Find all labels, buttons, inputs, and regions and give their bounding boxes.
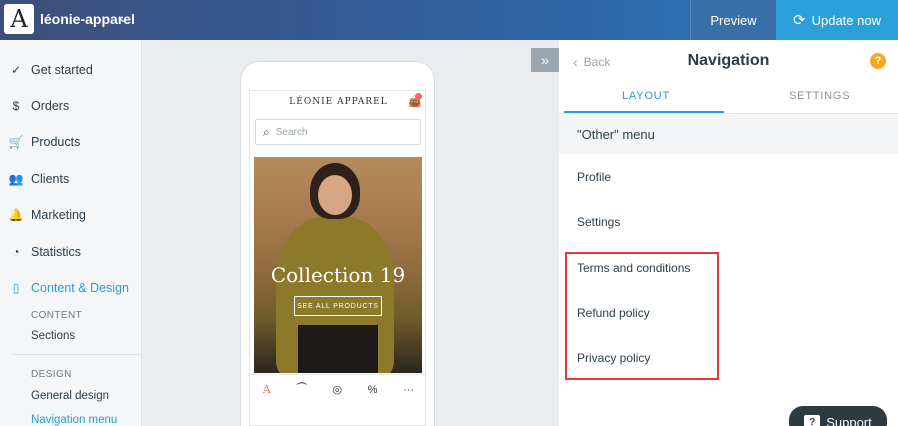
preview-button[interactable]: Preview — [690, 0, 776, 40]
more-icon[interactable]: ··· — [403, 384, 414, 396]
search-icon: ⌕ — [263, 124, 270, 139]
sidebar-sub-navigation-menu[interactable]: Navigation menu — [31, 414, 117, 426]
help-chat-icon: ? — [804, 415, 821, 426]
collapse-panel-button[interactable]: » — [531, 48, 559, 72]
sub-head-content: CONTENT — [31, 310, 83, 321]
tag-icon[interactable]: ◎ — [333, 383, 343, 396]
cart-badge — [415, 93, 422, 100]
hanger-icon[interactable]: ⏜ — [296, 383, 307, 396]
see-all-products-button[interactable]: SEE ALL PRODUCTS — [294, 296, 382, 316]
sidebar-item-orders[interactable]: $ Orders — [0, 88, 142, 124]
store-logo[interactable]: A — [4, 4, 34, 34]
sidebar-item-clients[interactable]: 👥 Clients — [0, 161, 142, 197]
tab-settings[interactable]: SETTINGS — [789, 90, 850, 102]
phone-preview: LÉONIE APPAREL 👜 ⌕ Search Collection 19 … — [241, 62, 434, 426]
discount-icon[interactable]: % — [368, 384, 378, 396]
home-logo-icon[interactable]: A — [263, 383, 271, 396]
help-icon[interactable]: ? — [870, 53, 886, 69]
other-menu-header: "Other" menu — [559, 114, 898, 154]
phone-screen: LÉONIE APPAREL 👜 ⌕ Search Collection 19 … — [249, 90, 427, 426]
sidebar-sub-general-design[interactable]: General design — [31, 390, 109, 402]
people-icon: 👥 — [8, 172, 24, 186]
sidebar-sub-sections[interactable]: Sections — [31, 330, 75, 342]
menu-item-profile[interactable]: Profile — [577, 170, 611, 184]
chevron-down-icon[interactable]: ⌄ — [118, 11, 128, 25]
sidebar-item-content-design[interactable]: ▯ Content & Design — [0, 270, 142, 306]
sidebar: ✓ Get started $ Orders 🛒 Products 👥 Clie… — [0, 40, 142, 426]
double-chevron-right-icon: » — [541, 52, 549, 68]
refresh-icon: ⟳ — [793, 12, 806, 29]
dollar-circle-icon: $ — [12, 99, 20, 113]
shop-tab-bar: A ⏜ ◎ % ··· — [250, 374, 427, 404]
sidebar-item-statistics[interactable]: ◔ Statistics — [0, 234, 142, 270]
bell-icon: 🔔 — [8, 208, 24, 222]
sub-head-design: DESIGN — [31, 369, 72, 380]
cart-icon: 🛒 — [8, 135, 24, 149]
shop-brand: LÉONIE APPAREL — [289, 97, 388, 107]
menu-item-settings[interactable]: Settings — [577, 215, 620, 229]
check-circle-icon: ✓ — [10, 63, 22, 77]
mobile-icon: ▯ — [12, 281, 20, 295]
panel-title: Navigation — [687, 52, 770, 69]
shop-search-input[interactable]: ⌕ Search — [255, 119, 421, 145]
sidebar-item-get-started[interactable]: ✓ Get started — [0, 52, 142, 88]
hero-banner: Collection 19 SEE ALL PRODUCTS — [254, 157, 422, 373]
sidebar-item-marketing[interactable]: 🔔 Marketing — [0, 197, 142, 233]
update-now-button[interactable]: ⟳ Update now — [776, 0, 898, 40]
hero-title: Collection 19 — [270, 263, 406, 287]
tab-layout[interactable]: LAYOUT — [622, 90, 670, 102]
highlight-box — [565, 252, 719, 380]
top-bar: A léonie-apparel ⌄ Preview ⟳ Update now — [0, 0, 898, 40]
sidebar-divider — [12, 354, 142, 355]
model-face — [318, 175, 352, 215]
pie-chart-icon: ◔ — [12, 245, 20, 259]
support-button[interactable]: ? Support — [789, 406, 887, 426]
model-pants — [298, 325, 378, 373]
sidebar-item-products[interactable]: 🛒 Products — [0, 124, 142, 160]
